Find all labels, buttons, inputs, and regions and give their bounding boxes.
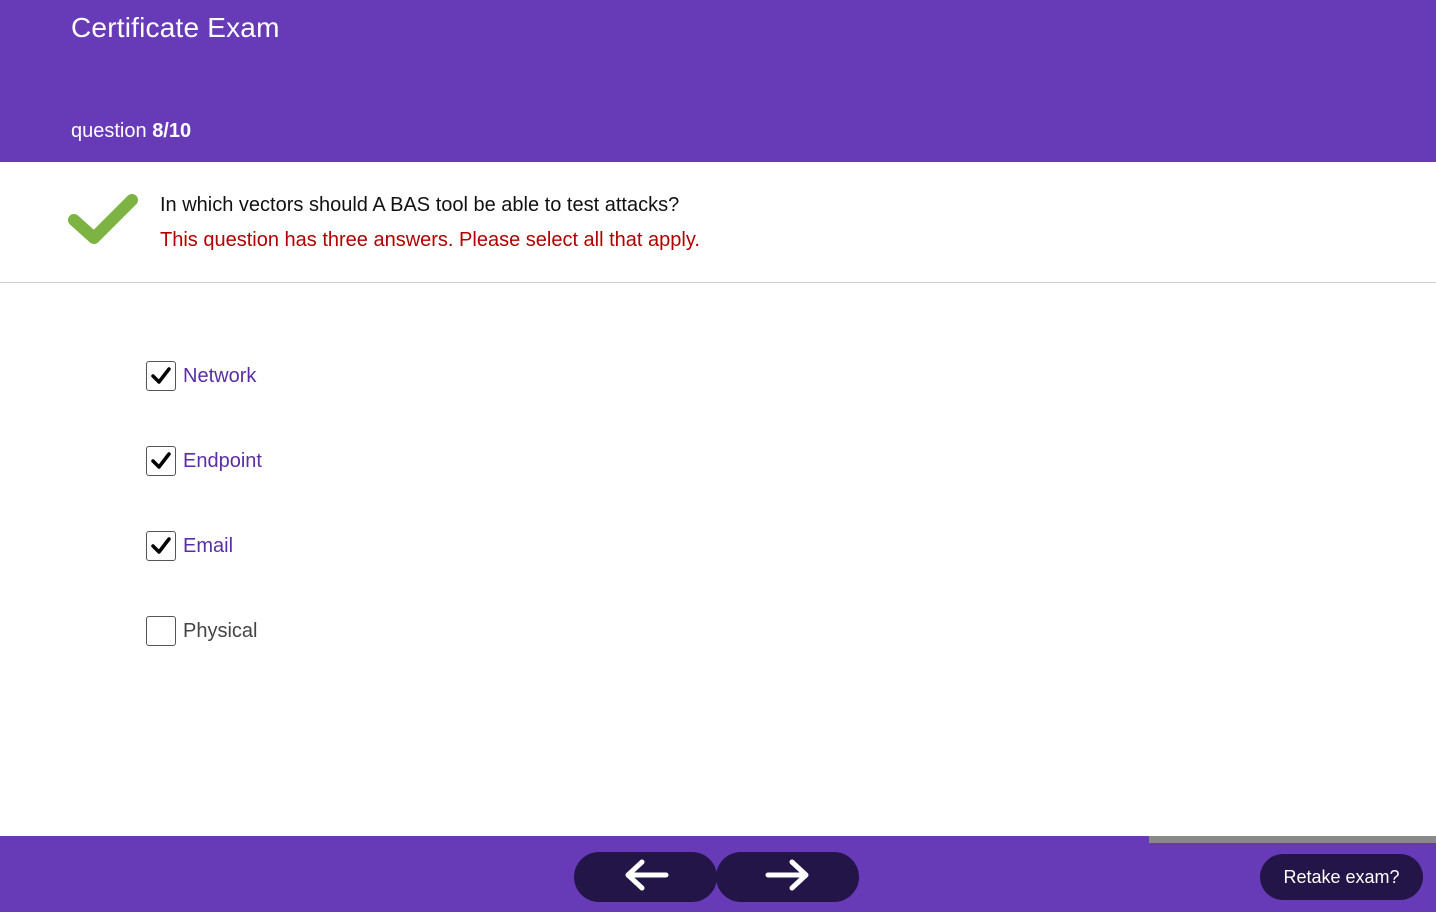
arrow-left-icon <box>622 857 670 898</box>
question-counter-prefix: question <box>71 120 147 142</box>
answer-checkbox[interactable] <box>146 446 176 476</box>
exam-header: Certificate Exam question 8/10 <box>0 0 1436 162</box>
answer-checkbox[interactable] <box>146 616 176 646</box>
answer-option[interactable]: Physical <box>146 616 262 646</box>
answer-option[interactable]: Endpoint <box>146 446 262 476</box>
answer-label[interactable]: Endpoint <box>183 450 262 473</box>
answer-label[interactable]: Network <box>183 365 256 388</box>
progress-bar <box>0 836 1436 843</box>
question-panel: In which vectors should A BAS tool be ab… <box>0 162 1436 283</box>
question-counter-value: 8/10 <box>152 120 192 142</box>
progress-fill <box>0 836 1149 843</box>
answer-list: Network Endpoint Email Physical <box>146 361 262 701</box>
answer-label[interactable]: Email <box>183 535 233 558</box>
check-icon <box>151 452 171 469</box>
answer-label[interactable]: Physical <box>183 620 257 643</box>
answer-option[interactable]: Email <box>146 531 262 561</box>
question-counter: question 8/10 <box>71 120 191 143</box>
question-text: In which vectors should A BAS tool be ab… <box>160 194 680 216</box>
check-icon <box>151 537 171 554</box>
check-icon <box>151 367 171 384</box>
next-button[interactable] <box>716 852 859 902</box>
question-hint: This question has three answers. Please … <box>160 229 700 251</box>
answer-checkbox[interactable] <box>146 531 176 561</box>
footer-bar: Retake exam? <box>0 843 1436 912</box>
answer-checkbox[interactable] <box>146 361 176 391</box>
checkmark-icon <box>68 192 138 248</box>
retake-exam-button[interactable]: Retake exam? <box>1260 854 1423 900</box>
page-title: Certificate Exam <box>71 12 280 43</box>
answer-option[interactable]: Network <box>146 361 262 391</box>
previous-button[interactable] <box>574 852 717 902</box>
arrow-right-icon <box>764 857 812 898</box>
